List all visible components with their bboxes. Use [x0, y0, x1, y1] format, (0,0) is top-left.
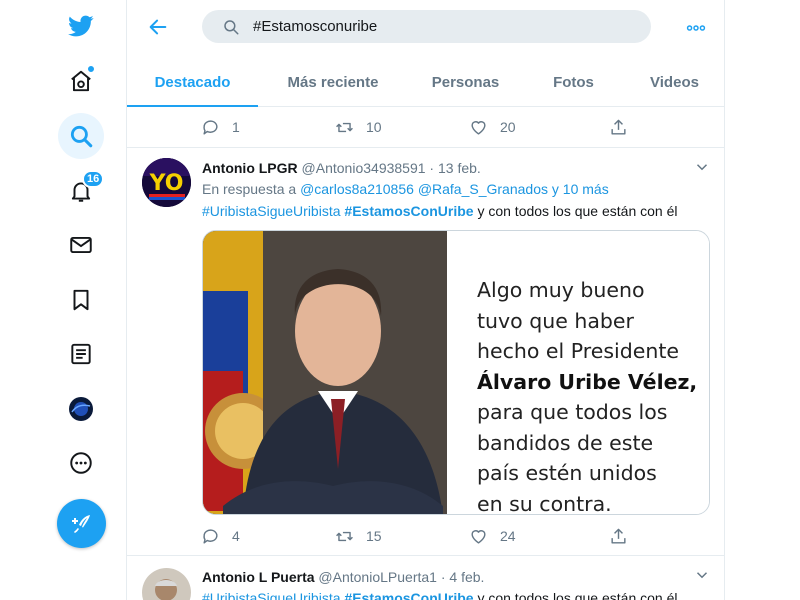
tweet-image[interactable]: Algo muy bueno tuvo que haber hecho el P… [202, 230, 710, 515]
retweet-button[interactable]: 15 [335, 524, 382, 548]
hashtag-link[interactable]: #UribistaSigueUribista [202, 203, 341, 219]
tweet-actions: 4 15 24 [201, 524, 641, 548]
tweet-avatar[interactable]: YO [142, 158, 191, 207]
tab-mas-reciente[interactable]: Más reciente [258, 58, 408, 106]
like-button[interactable]: 24 [469, 524, 516, 548]
home-icon[interactable] [58, 58, 104, 104]
arrow-left-icon [149, 19, 167, 35]
share-button[interactable] [609, 115, 640, 139]
quote-text: Algo muy bueno tuvo que haber hecho el P… [477, 275, 702, 515]
reply-icon [203, 528, 218, 544]
retweet-button[interactable]: 10 [335, 115, 382, 139]
tweet-partial: 1 10 20 [127, 107, 724, 147]
tab-personas[interactable]: Personas [408, 58, 523, 106]
left-nav: 16 [0, 0, 126, 600]
tweet-text: #UribistaSigueUribista #EstamosConUribe … [202, 203, 677, 219]
hashtag-link[interactable]: #UribistaSigueUribista [202, 590, 341, 600]
main-column: Antonio L Puerta @AntonioLPuerta1 · 4 fe… [126, 0, 725, 600]
compose-tweet-icon [71, 514, 90, 533]
more-options-button[interactable] [683, 15, 709, 41]
bookmarks-icon[interactable] [58, 277, 104, 323]
quote-line: para que todos los [477, 400, 668, 424]
more-icon[interactable] [58, 440, 104, 486]
tweet-date[interactable]: 13 feb. [438, 160, 481, 176]
tweet-body: y con todos los que están con él [477, 590, 678, 600]
search-icon [222, 18, 240, 36]
tweet-text: #UribistaSigueUribista #EstamosConUribe … [202, 590, 677, 600]
tweet-actions: 1 10 20 [201, 115, 641, 139]
tweet-body: y con todos los que están con él [477, 203, 678, 219]
author-name[interactable]: Antonio LPGR [202, 160, 298, 176]
more-mentions-link[interactable]: y 10 más [552, 181, 609, 197]
quote-line: Algo muy bueno [477, 278, 645, 302]
notifications-badge: 16 [82, 170, 105, 188]
chevron-down-icon[interactable] [693, 158, 711, 176]
tweet-avatar[interactable] [142, 568, 191, 600]
tweet[interactable]: YO Antonio LPGR @Antonio34938591 · 13 fe… [127, 147, 724, 555]
share-icon [611, 528, 626, 544]
hashtag-link[interactable]: #EstamosConUribe [344, 590, 473, 600]
quote-line: país estén unidos [477, 461, 657, 485]
mention-link[interactable]: @Rafa_S_Granados [418, 181, 548, 197]
quote-panel: Algo muy bueno tuvo que haber hecho el P… [447, 231, 709, 515]
reply-button[interactable]: 4 [201, 524, 240, 548]
mention-link[interactable]: @carlos8a210856 [300, 181, 414, 197]
quote-line-bold: Álvaro Uribe Vélez, [477, 369, 698, 394]
reply-count: 1 [232, 119, 240, 135]
reply-context: En respuesta a @carlos8a210856 @Rafa_S_G… [202, 181, 609, 197]
tweet[interactable]: Antonio L Puerta @AntonioLPuerta1 · 4 fe… [127, 555, 724, 600]
lists-icon[interactable] [58, 331, 104, 377]
separator: · [429, 160, 435, 176]
like-count: 20 [500, 119, 516, 135]
quote-line: tuvo que haber [477, 308, 634, 333]
author-handle[interactable]: @Antonio34938591 [302, 160, 426, 176]
quote-line: hecho el Presidente [477, 339, 679, 363]
retweet-icon [336, 531, 353, 541]
compose-tweet-button[interactable] [57, 499, 106, 548]
explore-icon[interactable] [58, 113, 104, 159]
unread-dot [87, 65, 95, 73]
more-horizontal-icon [686, 25, 706, 31]
reply-icon [203, 119, 218, 135]
reply-button[interactable]: 1 [201, 115, 240, 139]
tab-fotos[interactable]: Fotos [523, 58, 624, 106]
search-tabs: Destacado Más reciente Personas Fotos Vi… [127, 58, 724, 107]
retweet-count: 15 [366, 528, 382, 544]
search-input[interactable] [253, 18, 633, 35]
avatar-text: YO [149, 171, 184, 196]
separator: · [440, 569, 446, 585]
like-button[interactable]: 20 [469, 115, 516, 139]
profile-avatar[interactable] [58, 386, 104, 432]
reply-prefix: En respuesta a [202, 181, 297, 197]
notifications-icon[interactable]: 16 [58, 168, 105, 214]
back-button[interactable] [143, 12, 173, 42]
share-icon [611, 119, 626, 135]
reply-count: 4 [232, 528, 240, 544]
search-header: Destacado Más reciente Personas Fotos Vi… [127, 0, 724, 107]
tab-videos[interactable]: Videos [624, 58, 724, 106]
tweet-header: Antonio LPGR @Antonio34938591 · 13 feb. [202, 160, 481, 176]
search-box[interactable] [202, 10, 651, 43]
share-button[interactable] [609, 524, 640, 548]
heart-icon [471, 120, 486, 135]
quote-line: en su contra. [477, 491, 612, 515]
retweet-icon [336, 122, 353, 132]
quote-line: bandidos de este [477, 430, 654, 455]
like-count: 24 [500, 528, 516, 544]
twitter-logo-icon[interactable] [58, 3, 104, 49]
heart-icon [471, 529, 486, 544]
retweet-count: 10 [366, 119, 382, 135]
author-name[interactable]: Antonio L Puerta [202, 569, 315, 585]
portrait-photo [203, 231, 447, 514]
chevron-down-icon[interactable] [693, 566, 711, 584]
tweet-header: Antonio L Puerta @AntonioLPuerta1 · 4 fe… [202, 569, 484, 585]
messages-icon[interactable] [58, 222, 104, 268]
tab-destacado[interactable]: Destacado [127, 58, 258, 107]
twitter-app: 16 Antonio L Puerta @AntonioLPuerta1 · 4… [0, 0, 800, 600]
tweet-date[interactable]: 4 feb. [449, 569, 484, 585]
hashtag-link[interactable]: #EstamosConUribe [344, 203, 473, 219]
author-handle[interactable]: @AntonioLPuerta1 [318, 569, 437, 585]
